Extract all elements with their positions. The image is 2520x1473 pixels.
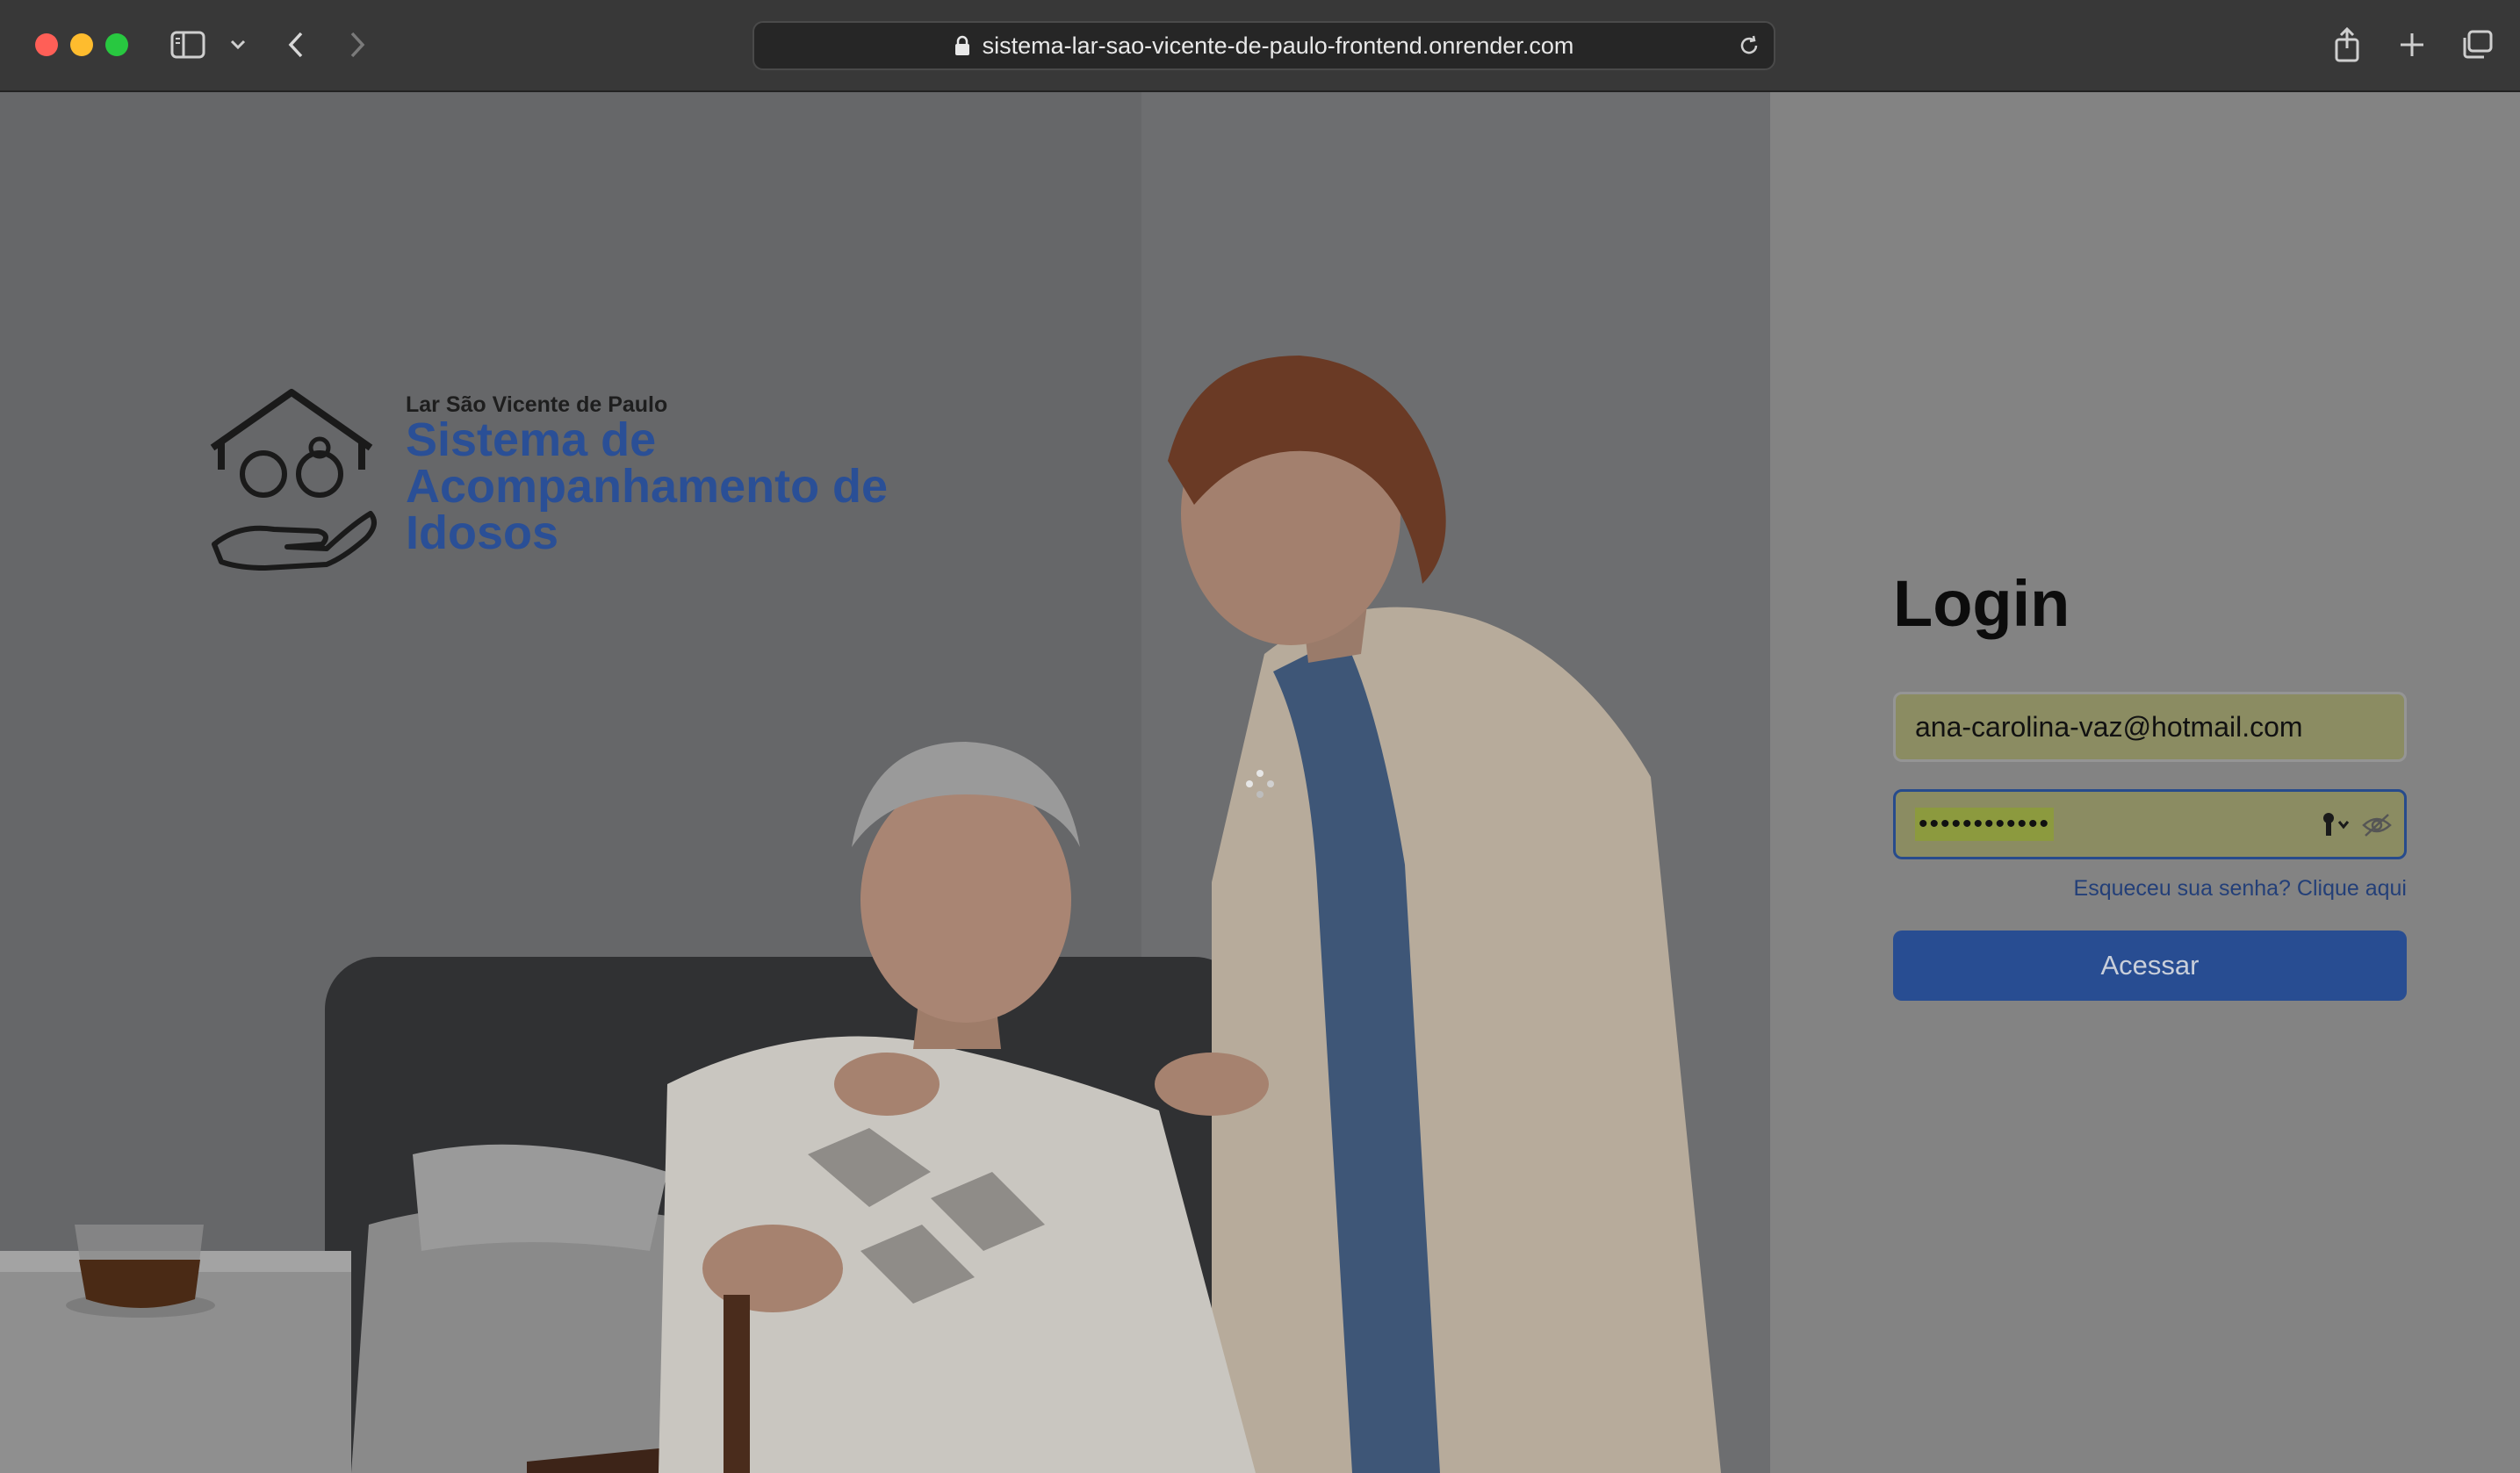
maximize-window-button[interactable] <box>105 33 128 56</box>
password-field[interactable]: •••••••••••• <box>1893 789 2407 859</box>
forgot-password-link[interactable]: Esqueceu sua senha? Clique aqui <box>2074 876 2407 902</box>
tabs-icon[interactable] <box>2457 25 2497 65</box>
hero-photo: Lar São Vicente de Paulo Sistema de Acom… <box>0 92 1770 1473</box>
share-icon[interactable] <box>2327 25 2367 65</box>
minimize-window-button[interactable] <box>70 33 93 56</box>
lock-icon <box>954 35 970 56</box>
login-title: Login <box>1893 567 2070 640</box>
email-value: ana-carolina-vaz@hotmail.com <box>1915 710 2303 743</box>
forward-icon[interactable] <box>337 25 378 65</box>
login-submit-button[interactable]: Acessar <box>1893 931 2407 1001</box>
house-hand-elderly-icon <box>210 389 377 571</box>
close-window-button[interactable] <box>35 33 58 56</box>
email-field[interactable]: ana-carolina-vaz@hotmail.com <box>1893 692 2407 762</box>
chevron-down-icon[interactable] <box>218 25 258 65</box>
reload-icon[interactable] <box>1737 33 1761 64</box>
eye-slash-icon[interactable] <box>2362 811 2392 846</box>
address-bar[interactable]: sistema-lar-sao-vicente-de-paulo-fronten… <box>752 21 1775 70</box>
url-text: sistema-lar-sao-vicente-de-paulo-fronten… <box>982 32 1574 59</box>
password-value: •••••••••••• <box>1915 808 2055 841</box>
key-icon[interactable] <box>2320 811 2351 846</box>
brand-title: Sistema de Acompanhamento de Idosos <box>406 413 889 559</box>
sidebar-icon[interactable] <box>168 25 208 65</box>
back-icon[interactable] <box>276 25 316 65</box>
browser-toolbar: sistema-lar-sao-vicente-de-paulo-fronten… <box>0 0 2520 92</box>
plus-icon[interactable] <box>2392 25 2432 65</box>
brand-block: Lar São Vicente de Paulo Sistema de Acom… <box>204 294 889 575</box>
login-page: Lar São Vicente de Paulo Sistema de Acom… <box>0 92 2520 1473</box>
loading-spinner-icon <box>1246 770 1274 798</box>
login-panel: Login ana-carolina-vaz@hotmail.com •••••… <box>1770 92 2520 1473</box>
